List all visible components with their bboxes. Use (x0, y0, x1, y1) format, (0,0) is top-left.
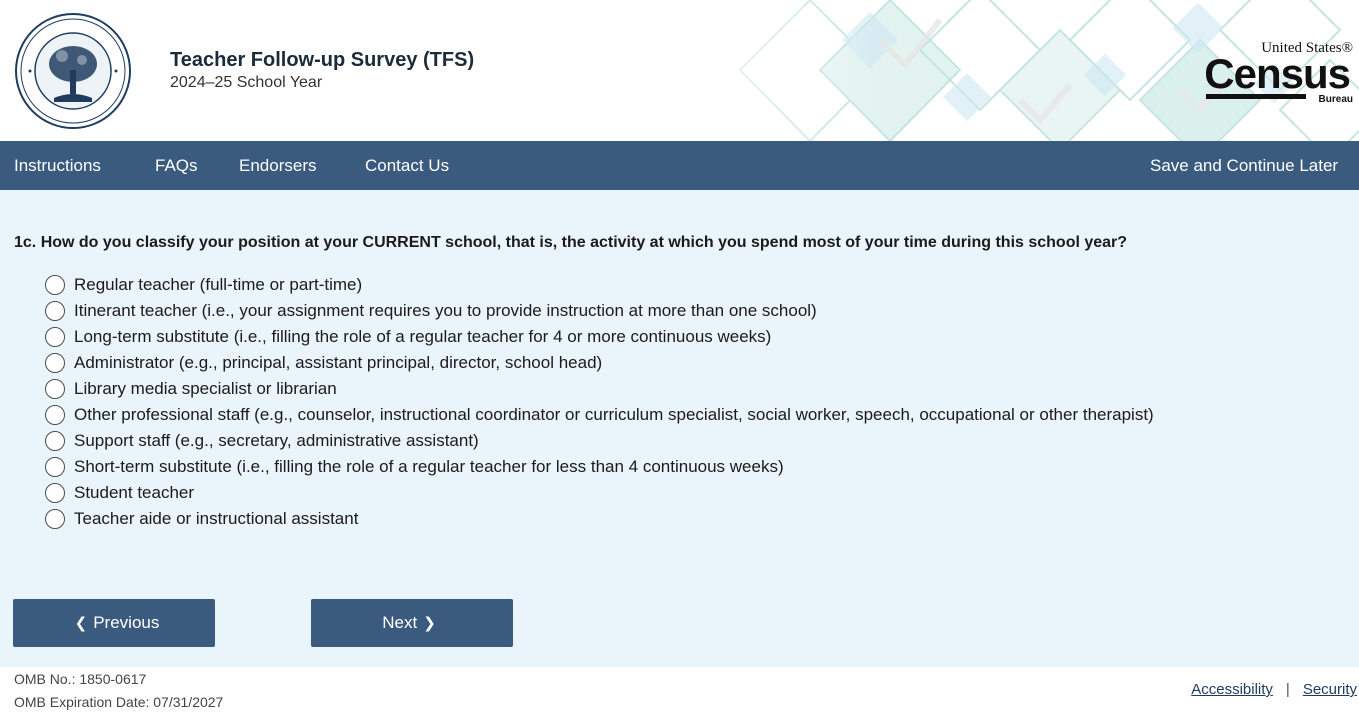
survey-title: Teacher Follow-up Survey (TFS) (170, 49, 475, 71)
nav-endorsers[interactable]: Endorsers (239, 141, 316, 190)
next-button[interactable]: Next ❯ (311, 599, 513, 647)
option-regular-teacher[interactable]: Regular teacher (full-time or part-time) (45, 272, 1154, 298)
option-other-professional-staff[interactable]: Other professional staff (e.g., counselo… (45, 402, 1154, 428)
survey-title-block: Teacher Follow-up Survey (TFS) 2024–25 S… (170, 48, 474, 93)
logo-line3: Bureau (1319, 94, 1353, 105)
nav-save-continue-later[interactable]: Save and Continue Later (1150, 141, 1338, 190)
option-label: Short-term substitute (i.e., filling the… (74, 457, 784, 476)
logo-line2: Census (1204, 50, 1350, 97)
survey-question-panel: 1c. How do you classify your position at… (0, 190, 1359, 667)
option-label: Support staff (e.g., secretary, administ… (74, 431, 479, 450)
survey-year: 2024–25 School Year (170, 74, 323, 91)
nav-contact-us[interactable]: Contact Us (365, 141, 449, 190)
site-header: Teacher Follow-up Survey (TFS) 2024–25 S… (0, 0, 1359, 141)
radio-button[interactable] (45, 457, 65, 477)
option-label: Itinerant teacher (i.e., your assignment… (74, 301, 817, 320)
next-button-label: Next (382, 613, 418, 632)
radio-button[interactable] (45, 405, 65, 425)
nav-faqs[interactable]: FAQs (155, 141, 198, 190)
site-footer: OMB No.: 1850-0617 OMB Expiration Date: … (0, 667, 1359, 713)
nav-instructions[interactable]: Instructions (14, 141, 101, 190)
previous-button-label: Previous (93, 613, 160, 632)
radio-button[interactable] (45, 509, 65, 529)
question-text: 1c. How do you classify your position at… (14, 234, 1128, 251)
radio-button[interactable] (45, 379, 65, 399)
option-library-media-specialist[interactable]: Library media specialist or librarian (45, 376, 1154, 402)
omb-number: OMB No.: 1850-0617 (14, 671, 147, 687)
chevron-left-icon: ❮ (74, 615, 88, 632)
option-label: Teacher aide or instructional assistant (74, 509, 359, 528)
option-long-term-substitute[interactable]: Long-term substitute (i.e., filling the … (45, 324, 1154, 350)
radio-button[interactable] (45, 353, 65, 373)
radio-button[interactable] (45, 327, 65, 347)
option-administrator[interactable]: Administrator (e.g., principal, assistan… (45, 350, 1154, 376)
footer-links: Accessibility | Security (1191, 681, 1357, 698)
omb-expiration-date: OMB Expiration Date: 07/31/2027 (14, 694, 224, 710)
previous-button[interactable]: ❮ Previous (13, 599, 215, 647)
radio-button[interactable] (45, 431, 65, 451)
option-short-term-substitute[interactable]: Short-term substitute (i.e., filling the… (45, 454, 1154, 480)
chevron-right-icon: ❯ (423, 615, 436, 632)
footer-separator: | (1285, 681, 1290, 698)
option-teacher-aide[interactable]: Teacher aide or instructional assistant (45, 506, 1154, 532)
option-label: Student teacher (74, 483, 195, 502)
option-label: Regular teacher (full-time or part-time) (74, 275, 363, 294)
option-label: Administrator (e.g., principal, assistan… (74, 353, 603, 372)
option-label: Other professional staff (e.g., counselo… (74, 405, 1154, 424)
option-student-teacher[interactable]: Student teacher (45, 480, 1154, 506)
radio-button[interactable] (45, 483, 65, 503)
census-bureau-logo: United States® Census Bureau (1204, 40, 1353, 105)
radio-button[interactable] (45, 275, 65, 295)
security-link[interactable]: Security (1303, 681, 1357, 698)
option-itinerant-teacher[interactable]: Itinerant teacher (i.e., your assignment… (45, 298, 1154, 324)
radio-button[interactable] (45, 301, 65, 321)
answer-options: Regular teacher (full-time or part-time)… (45, 272, 1154, 532)
option-support-staff[interactable]: Support staff (e.g., secretary, administ… (45, 428, 1154, 454)
accessibility-link[interactable]: Accessibility (1191, 681, 1273, 698)
option-label: Long-term substitute (i.e., filling the … (74, 327, 772, 346)
department-of-education-seal (15, 13, 131, 129)
main-navigation: Instructions FAQs Endorsers Contact Us S… (0, 141, 1359, 190)
option-label: Library media specialist or librarian (74, 379, 337, 398)
